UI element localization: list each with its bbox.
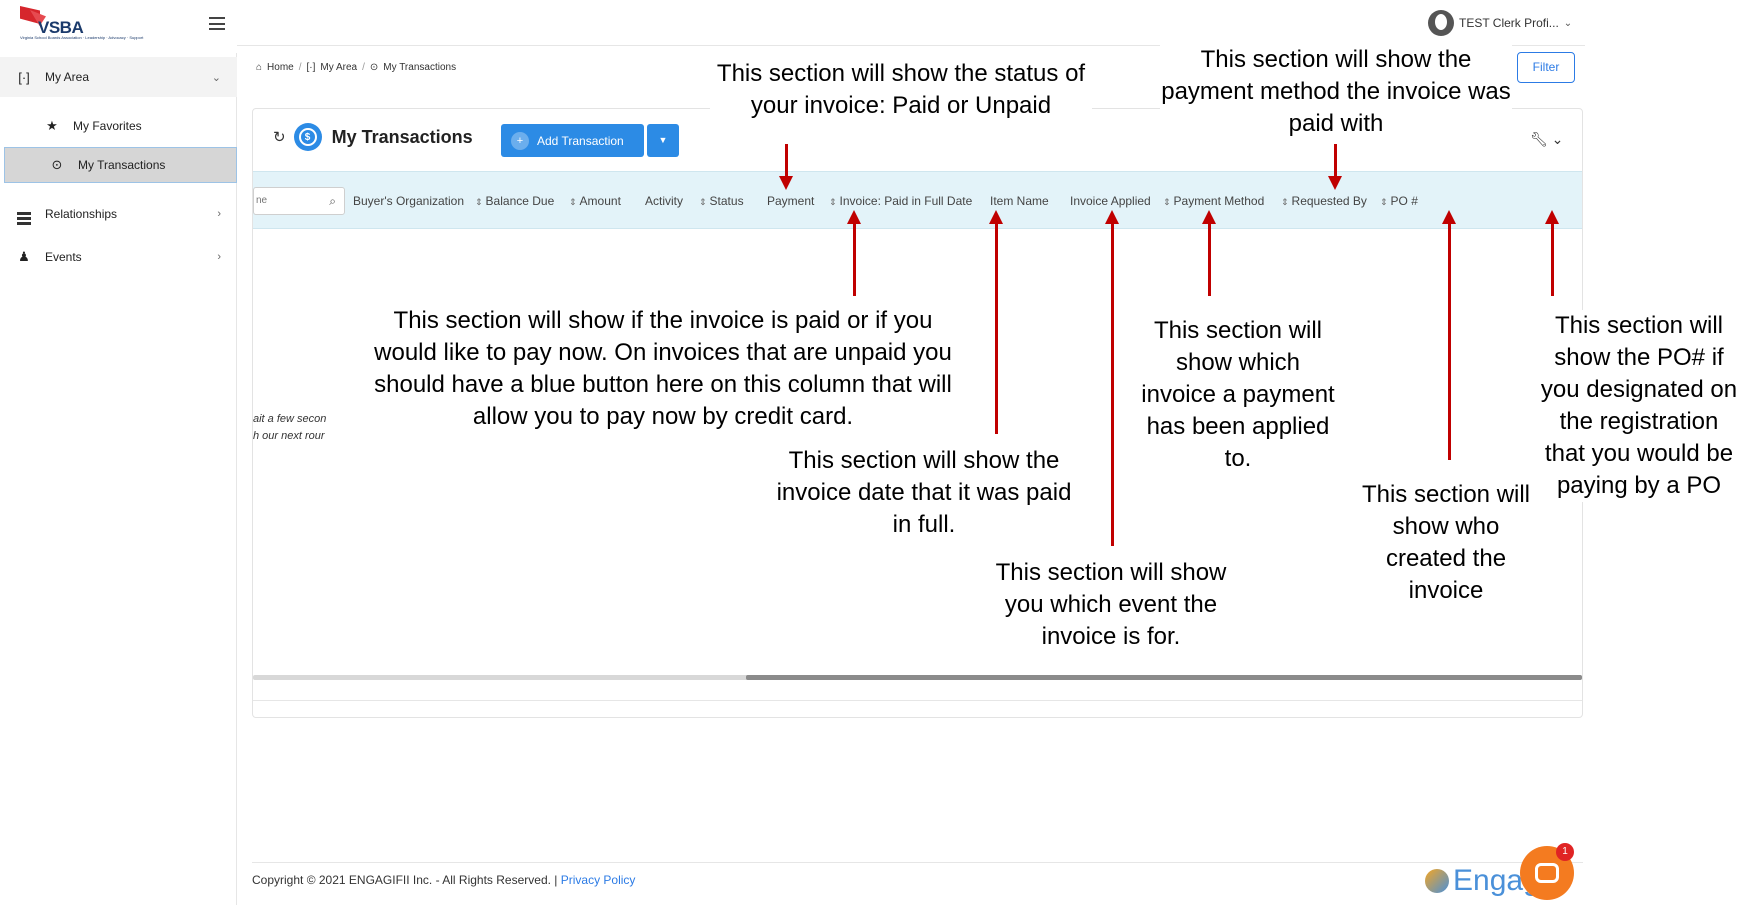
avatar [1428,10,1454,36]
column-amount[interactable]: ⇕ Amount [569,194,621,208]
dollar-icon: ⊙ [51,157,63,172]
column-activity[interactable]: Activity [645,194,683,208]
plus-icon: + [511,131,529,150]
dollar-icon: ⊙ [369,62,379,73]
horizontal-scrollbar[interactable] [253,675,1582,680]
sidebar-item-label: Events [45,250,82,264]
sort-icon: ⇕ [1163,197,1171,207]
sort-icon: ⇕ [699,197,707,207]
user-name: TEST Clerk Profi... [1459,16,1559,30]
breadcrumb-current: My Transactions [383,62,457,73]
column-payment-method[interactable]: ⇕ Payment Method [1163,194,1264,208]
arrow-payment [847,210,861,296]
page-title: My Transactions [331,126,473,147]
add-transaction-button[interactable]: + Add Transaction [501,124,644,157]
chevron-down-icon: ⌄ [211,71,221,84]
breadcrumb-my-area[interactable]: My Area [320,62,357,73]
column-requested-by[interactable]: ⇕ Requested By [1281,194,1367,208]
sort-icon: ⇕ [1380,197,1388,207]
annotation-po: This section will show the PO# if you de… [1537,310,1741,502]
transactions-icon: $ [293,123,322,151]
sidebar-item-label: Relationships [45,207,118,221]
arrow-invoice-applied [1202,210,1216,296]
arrow-status [779,144,793,190]
sort-icon: ⇕ [1281,197,1289,207]
annotation-payment-method: This section will show the payment metho… [1160,44,1512,140]
privacy-policy-link[interactable]: Privacy Policy [561,873,636,887]
chat-badge: 1 [1556,843,1574,861]
column-balance-due[interactable]: ⇕ Balance Due [475,194,554,208]
globe-icon [1425,869,1449,893]
add-transaction-label: Add Transaction [537,133,624,148]
sidebar-item-my-area[interactable]: [·] My Area ⌄ [0,57,237,97]
person-icon: ♟ [18,249,30,264]
card-divider [253,700,1582,701]
target-icon: [·] [18,69,30,85]
add-transaction-dropdown-icon[interactable]: ▼ [647,124,679,157]
sort-icon: ⇕ [829,197,837,207]
footer-divider [252,862,1583,863]
arrow-payment-method [1328,144,1342,190]
annotation-item-name: This section will show you which event t… [995,557,1227,653]
sort-icon: ⇕ [475,197,483,207]
column-po-number[interactable]: ⇕ PO # [1380,194,1418,208]
chat-icon [1535,863,1559,883]
sidebar-item-label: My Favorites [73,119,142,133]
hamburger-menu-icon[interactable] [209,17,225,30]
scrollbar-thumb[interactable] [746,675,1582,680]
column-invoice-applied[interactable]: Invoice Applied [1070,194,1151,208]
column-paid-in-full-date[interactable]: ⇕ Invoice: Paid in Full Date [829,194,972,208]
loading-message: ait a few secon h our next rour [253,413,327,442]
bars-icon [16,203,32,225]
search-icon: ⌕ [329,194,336,208]
sidebar-item-events[interactable]: ♟ Events › [0,237,237,277]
sidebar-item-label: My Area [45,70,90,84]
sidebar-item-relationships[interactable]: Relationships › [0,194,237,234]
sidebar-item-my-transactions[interactable]: ⊙ My Transactions [4,147,237,183]
search-input[interactable]: ne ⌕ [253,187,345,215]
card-title-row: ↻ $ My Transactions [273,123,473,151]
arrow-paid-date [989,210,1003,434]
target-icon: [·] [306,62,316,73]
annotation-paid-date: This section will show the invoice date … [766,445,1082,541]
table-header: ne ⌕ Buyer's Organization ⇕ Balance Due ⇕… [253,171,1582,229]
chevron-right-icon: › [217,208,221,220]
breadcrumb-home[interactable]: Home [267,62,294,73]
star-icon: ★ [46,118,58,133]
arrow-item-name [1105,210,1119,546]
filter-button[interactable]: Filter [1517,52,1575,83]
annotation-payment: This section will show if the invoice is… [360,305,966,433]
sidebar-item-my-favorites[interactable]: ★ My Favorites [0,106,237,146]
wrench-icon[interactable]: 🔧︎ ⌄ [1530,131,1563,148]
chevron-down-icon: ⌄ [1563,17,1573,29]
arrow-po [1545,210,1559,296]
logo-subtitle: Virginia School Boards Association · Lea… [20,35,144,40]
breadcrumb: ⌂ Home / [·] My Area / ⊙ My Transactions [256,62,457,73]
sort-icon: ⇕ [569,197,577,207]
column-item-name[interactable]: Item Name [990,194,1049,208]
user-menu[interactable]: TEST Clerk Profi... ⌄ [1428,10,1572,36]
home-icon: ⌂ [256,62,263,73]
arrow-requested-by [1442,210,1456,460]
annotation-requested-by: This section will show who created the i… [1360,479,1532,607]
copyright: Copyright © 2021 ENGAGIFII Inc. - All Ri… [252,873,636,887]
sidebar-item-label: My Transactions [78,158,166,172]
column-buyers-organization[interactable]: Buyer's Organization [353,194,464,208]
sidebar: [·] My Area ⌄ ★ My Favorites ⊙ My Transa… [0,53,237,905]
refresh-icon[interactable]: ↻ [273,128,286,146]
chevron-right-icon: › [217,251,221,263]
annotation-status: This section will show the status of you… [710,58,1092,122]
column-payment[interactable]: Payment [767,194,814,208]
column-status[interactable]: ⇕ Status [699,194,744,208]
vsba-logo[interactable]: VSBA Virginia School Boards Association … [16,4,143,44]
annotation-invoice-applied: This section will show which invoice a p… [1140,315,1336,475]
